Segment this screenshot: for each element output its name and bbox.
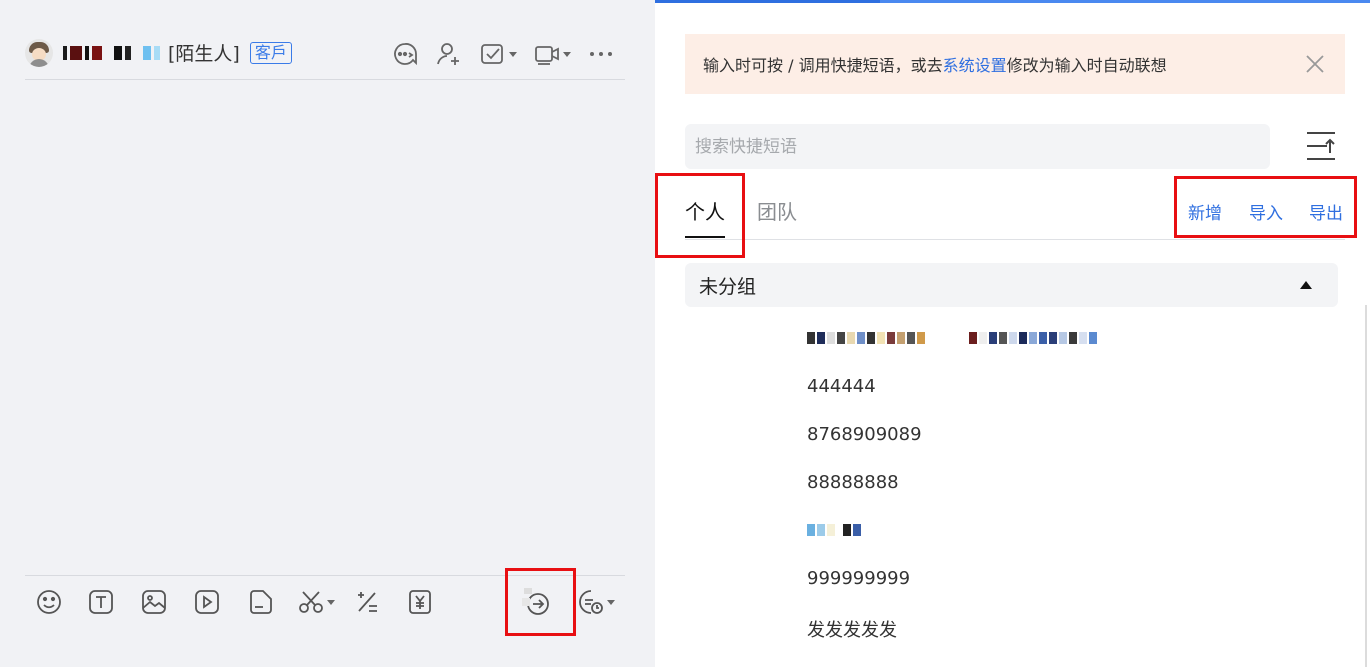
system-settings-link[interactable]: 系统设置 <box>943 52 1007 76</box>
group-name: 未分组 <box>699 275 757 298</box>
avatar[interactable] <box>25 38 53 67</box>
collapse-triangle-icon[interactable] <box>1300 281 1312 289</box>
text-format-icon[interactable] <box>87 588 115 616</box>
quick-phrases-panel: 输入时可按 / 调用快捷短语，或去系统设置修改为输入时自动联想 个人 团队 新增… <box>655 0 1370 667</box>
video-dropdown-caret[interactable] <box>563 51 571 57</box>
tab-team[interactable]: 团队 <box>757 196 797 225</box>
contact-stranger-tag: [陌生人] <box>168 43 240 65</box>
file-icon[interactable] <box>246 588 274 616</box>
transfer-chat-icon[interactable] <box>391 40 419 68</box>
header-actions <box>391 40 615 68</box>
list-item-masked[interactable] <box>807 524 861 536</box>
list-item[interactable]: 发发发发发 <box>807 616 897 642</box>
highlight-personal-tab <box>655 173 745 258</box>
chat-pane: [陌生人] 客戶 <box>0 0 655 667</box>
add-user-icon[interactable] <box>435 40 463 68</box>
sort-icon[interactable] <box>1305 129 1337 163</box>
screenshot-dropdown-caret[interactable] <box>327 599 335 605</box>
more-icon[interactable] <box>587 40 615 68</box>
task-dropdown-caret[interactable] <box>509 51 517 57</box>
group-header[interactable]: 未分组 <box>685 263 1338 307</box>
contact-name-masked <box>63 45 160 60</box>
close-icon[interactable] <box>1305 54 1325 74</box>
highlight-quick-phrase-button <box>505 568 576 636</box>
image-icon[interactable] <box>140 588 168 616</box>
video-call-icon[interactable] <box>533 40 571 68</box>
screenshot-scissors-icon[interactable] <box>297 588 335 616</box>
scheduled-message-icon[interactable] <box>577 588 615 616</box>
list-item[interactable]: 999999999 <box>807 568 910 589</box>
notice-prefix: 输入时可按 / 调用快捷短语，或去 <box>703 56 943 75</box>
scrollbar[interactable] <box>1365 305 1367 667</box>
payment-icon[interactable] <box>406 588 434 616</box>
customer-badge: 客戶 <box>249 41 292 64</box>
notice-suffix: 修改为输入时自动联想 <box>1006 56 1167 75</box>
list-item[interactable]: 444444 <box>807 376 876 397</box>
chat-header: [陌生人] 客戶 <box>25 34 625 80</box>
emoji-icon[interactable] <box>35 588 63 616</box>
highlight-action-buttons <box>1174 176 1357 238</box>
search-input[interactable] <box>685 124 1270 169</box>
list-item[interactable]: 8768909089 <box>807 424 922 445</box>
task-icon[interactable] <box>479 40 517 68</box>
list-item-masked[interactable] <box>807 332 1097 344</box>
list-item[interactable]: 88888888 <box>807 472 899 493</box>
top-tab-indicator <box>655 0 1370 3</box>
video-file-icon[interactable] <box>193 588 221 616</box>
tip-notice: 输入时可按 / 调用快捷短语，或去 系统设置 修改为输入时自动联想 <box>685 34 1345 94</box>
app-window: [陌生人] 客戶 输入时可按 / 调用快捷短语，或去 系统设置 修改为输入时自动… <box>0 0 1370 667</box>
scheduled-dropdown-caret[interactable] <box>607 599 615 605</box>
rating-icon[interactable] <box>353 588 381 616</box>
